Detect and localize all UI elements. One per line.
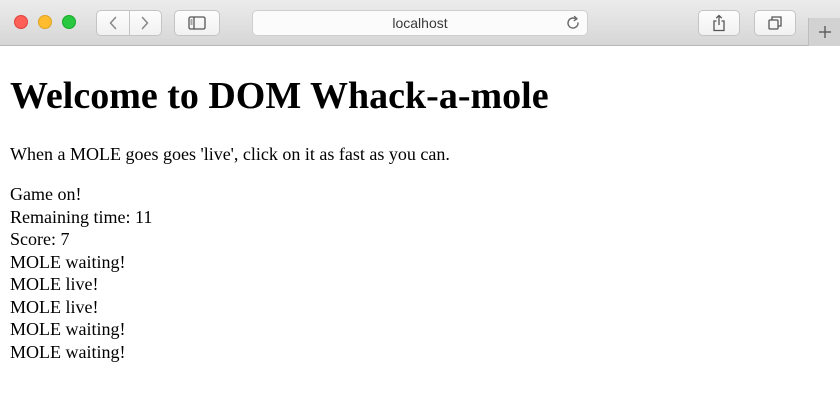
reload-icon: [567, 15, 579, 29]
page-content: Welcome to DOM Whack-a-mole When a MOLE …: [10, 47, 830, 363]
tabs-overview-button[interactable]: [754, 10, 796, 36]
remaining-time: Remaining time: 11: [10, 206, 153, 227]
browser-window: localhost Welcome to DOM Whack-a-mole Wh…: [0, 0, 840, 408]
score: Score: 7: [10, 229, 70, 249]
mole-5[interactable]: MOLE waiting!: [10, 341, 830, 364]
chevron-right-icon: [141, 16, 149, 30]
browser-toolbar: localhost: [0, 0, 840, 46]
mole-1[interactable]: MOLE waiting!: [10, 251, 830, 274]
plus-icon: [818, 26, 831, 38]
instructions-text: When a MOLE goes goes 'live', click on i…: [10, 144, 450, 164]
reload-button[interactable]: [565, 15, 581, 31]
game-status-area: Game on! Remaining time: 11 Score: 7 MOL…: [10, 183, 830, 363]
tabs-overview-icon: [768, 16, 782, 30]
sidebar-button[interactable]: [174, 10, 220, 36]
minimize-window-button[interactable]: [38, 15, 52, 29]
new-tab-button[interactable]: [808, 18, 840, 46]
navigation-buttons: [96, 10, 162, 36]
maximize-window-button[interactable]: [62, 15, 76, 29]
mole-2[interactable]: MOLE live!: [10, 273, 830, 296]
back-button[interactable]: [97, 11, 129, 35]
mole-3[interactable]: MOLE live!: [10, 296, 830, 319]
chevron-left-icon: [109, 16, 117, 30]
sidebar-icon: [188, 16, 206, 30]
share-icon: [713, 14, 725, 32]
address-bar[interactable]: localhost: [252, 10, 588, 36]
game-status: Game on!: [10, 184, 82, 204]
forward-button[interactable]: [128, 11, 162, 35]
address-text: localhost: [392, 15, 448, 31]
close-window-button[interactable]: [14, 15, 28, 29]
mole-4[interactable]: MOLE waiting!: [10, 318, 830, 341]
share-button[interactable]: [698, 10, 740, 36]
page-title: Welcome to DOM Whack-a-mole: [10, 75, 549, 117]
